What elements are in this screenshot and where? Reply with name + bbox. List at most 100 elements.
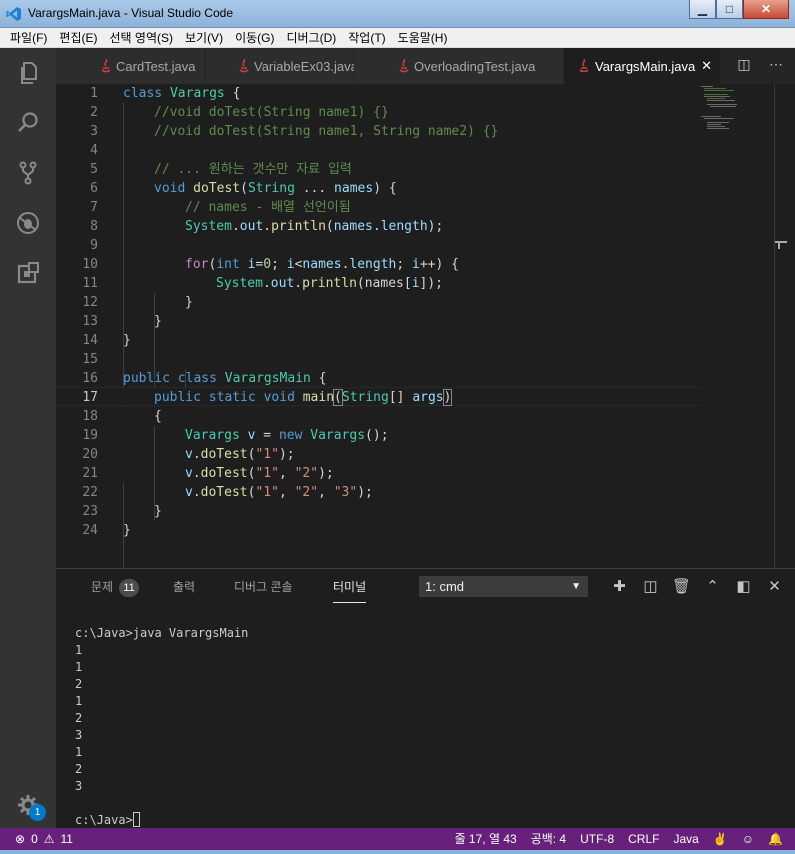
terminal-line: 2 [75,677,83,691]
minimap[interactable] [699,84,789,144]
split-editor-icon[interactable]: ◫ [735,56,753,73]
code-line: 4 [56,141,701,160]
tab-problems[interactable]: 문제 11 [91,578,140,597]
terminal-select[interactable]: 1: cmd ▼ [419,576,588,597]
punctuation: } [123,523,131,538]
more-actions-icon[interactable]: ⋯ [767,56,785,73]
variable: i [411,276,420,291]
menu-edit[interactable]: 편집(E) [53,29,103,46]
editor-scrollbar[interactable] [774,84,775,568]
terminal-output[interactable]: c:\Java>java VarargsMain 1 1 2 1 2 3 1 2… [75,625,248,829]
tab-overloadingtest[interactable]: OverloadingTest.java [354,48,564,84]
split-terminal-icon[interactable]: ◫ [635,577,666,595]
close-panel-icon[interactable]: ✕ [759,577,790,595]
line-number: 21 [82,466,98,481]
punctuation: , [278,485,295,500]
search-button[interactable] [0,98,56,148]
maximize-button[interactable]: □ [716,0,743,19]
menu-view[interactable]: 보기(V) [179,29,229,46]
punctuation: (); [365,428,389,443]
method-name: println [302,276,357,291]
variable: v [185,466,193,481]
tab-debug-console[interactable]: 디버그 콘솔 [234,578,293,595]
class-name: Varargs [185,428,240,443]
menu-debug[interactable]: 디버그(D) [280,29,342,46]
extensions-button[interactable] [0,248,56,298]
punctuation: . [372,219,381,234]
comment: //void doTest(String name1) {} [154,105,389,120]
tab-label: 문제 [91,580,114,594]
new-terminal-icon[interactable]: ✚ [604,577,635,595]
menu-selection[interactable]: 선택 영역(S) [103,29,179,46]
punctuation: ( [240,181,248,196]
code-line: 5 // ... 원하는 갯수만 자료 입력 [56,160,701,179]
code-editor[interactable]: 1 class Varargs { 2 //void doTest(String n… [56,84,795,616]
tweet-feedback-icon[interactable]: ✌ [713,828,728,850]
keyword: class [123,86,163,101]
code-line: 23} [56,502,701,521]
editor-tab-bar: CardTest.java VariableEx03.java Overload… [56,48,795,84]
terminal-line: 2 [75,762,83,776]
line-number: 14 [82,333,98,348]
punctuation: . [192,447,201,462]
problems-count-badge: 11 [119,579,140,597]
minimize-button[interactable]: ▁ [689,0,716,19]
punctuation: ( [325,219,334,234]
maximize-panel-icon[interactable]: ⌃ [697,577,728,595]
language-mode[interactable]: Java [673,828,698,850]
smiley-icon[interactable]: ☺ [742,828,754,850]
matched-bracket: ( [333,389,343,406]
code-line: 13} [56,312,701,331]
punctuation: ; [396,257,413,272]
close-window-button[interactable]: ✕ [743,0,789,19]
problems-status[interactable]: ⊗ 0 ⚠ 11 [15,828,73,850]
code-line: 20 v.doTest("1"); [56,445,701,464]
menu-help[interactable]: 도움말(H) [392,29,454,46]
tab-variableex03[interactable]: VariableEx03.java [206,48,358,84]
comment: //void doTest(String name1, String name2… [154,124,499,139]
line-number: 4 [90,143,98,158]
punctuation: } [154,504,162,519]
tab-label: CardTest.java [116,58,196,74]
variable: length [349,257,397,272]
code-line: 12} [56,293,701,312]
menu-tasks[interactable]: 작업(T) [342,29,391,46]
explorer-button[interactable] [0,48,56,98]
cursor-position[interactable]: 줄 17, 열 43 [455,828,517,850]
trash-icon[interactable]: 🗑 [666,577,697,595]
menu-go[interactable]: 이동(G) [229,29,280,46]
toggle-panel-position-icon[interactable]: ◧ [728,577,759,595]
punctuation: . [262,276,271,291]
line-number: 8 [90,219,98,234]
debug-button[interactable] [0,198,56,248]
tab-label: VariableEx03.java [254,58,358,74]
error-count: 0 [31,832,38,846]
manage-button[interactable] [0,780,56,830]
tab-output[interactable]: 출력 [173,578,195,595]
punctuation: ; [271,257,287,272]
tab-terminal[interactable]: 터미널 [333,578,367,603]
window-titlebar: VarargsMain.java - Visual Studio Code ▁ … [0,0,795,28]
string: "1" [255,466,279,481]
close-tab-icon[interactable]: ✕ [701,58,712,74]
extensions-icon [17,262,39,284]
bell-icon[interactable]: 🔔 [768,828,783,850]
encoding[interactable]: UTF-8 [580,828,614,850]
code-line: 10 for(int i=0; i<names.length; i++) { [56,255,701,274]
indentation[interactable]: 공백: 4 [531,828,566,850]
code-line: 9 [56,236,701,255]
tab-cardtest[interactable]: CardTest.java [56,48,206,84]
keyword: new [278,428,303,443]
source-control-button[interactable] [0,148,56,198]
punctuation: . [263,219,272,234]
end-of-line[interactable]: CRLF [628,828,659,850]
tab-varargsmain[interactable]: VarargsMain.java ✕ [564,48,721,84]
java-file-icon [239,59,249,73]
code-line: 1 class Varargs { [56,84,701,103]
menu-file[interactable]: 파일(F) [4,29,53,46]
java-file-icon [579,59,589,73]
